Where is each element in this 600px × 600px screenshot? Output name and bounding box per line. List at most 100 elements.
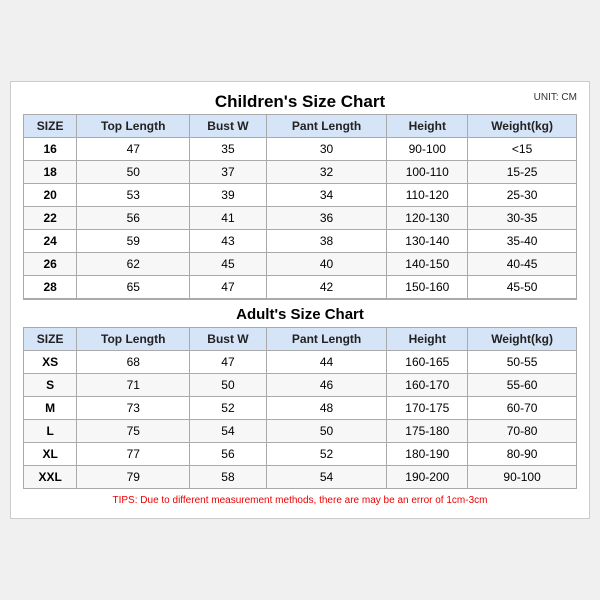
table-cell: 50 [266,420,387,443]
table-cell: 180-190 [387,443,468,466]
children-table-body: 1647353090-100<1518503732100-11015-25205… [24,138,577,300]
table-cell: 55-60 [468,374,577,397]
table-cell: <15 [468,138,577,161]
table-cell: 60-70 [468,397,577,420]
adult-header-row: SIZETop LengthBust WPant LengthHeightWei… [24,328,577,351]
adult-header-cell: Pant Length [266,328,387,351]
table-cell: 48 [266,397,387,420]
table-cell: 58 [190,466,266,489]
table-cell: 100-110 [387,161,468,184]
adult-header-cell: SIZE [24,328,77,351]
table-cell: 52 [266,443,387,466]
table-cell: 175-180 [387,420,468,443]
children-title-text: Children's Size Chart [215,92,385,111]
table-cell: 34 [266,184,387,207]
children-header-row: SIZETop LengthBust WPant LengthHeightWei… [24,115,577,138]
table-cell: L [24,420,77,443]
table-cell: 26 [24,253,77,276]
table-cell: 40 [266,253,387,276]
table-cell: 40-45 [468,253,577,276]
chart-container: Children's Size Chart UNIT: CM SIZETop L… [10,81,590,519]
table-row: M735248170-17560-70 [24,397,577,420]
table-cell: 59 [77,230,190,253]
table-cell: 50 [190,374,266,397]
children-header-cell: SIZE [24,115,77,138]
table-cell: 30-35 [468,207,577,230]
table-row: 1647353090-100<15 [24,138,577,161]
table-cell: 110-120 [387,184,468,207]
table-cell: 36 [266,207,387,230]
children-table-header: SIZETop LengthBust WPant LengthHeightWei… [24,115,577,138]
children-header-cell: Weight(kg) [468,115,577,138]
table-cell: 18 [24,161,77,184]
children-header-cell: Pant Length [266,115,387,138]
adult-title-text: Adult's Size Chart [24,299,577,328]
table-cell: 77 [77,443,190,466]
table-cell: 50-55 [468,351,577,374]
chart-title: Children's Size Chart UNIT: CM [23,92,577,112]
table-cell: 42 [266,276,387,300]
table-cell: 70-80 [468,420,577,443]
table-cell: 22 [24,207,77,230]
table-cell: 38 [266,230,387,253]
table-cell: 45 [190,253,266,276]
table-cell: 41 [190,207,266,230]
table-cell: S [24,374,77,397]
table-row: 28654742150-16045-50 [24,276,577,300]
table-row: S715046160-17055-60 [24,374,577,397]
table-cell: 47 [190,351,266,374]
adult-table-body: XS684744160-16550-55S715046160-17055-60M… [24,351,577,489]
table-cell: 71 [77,374,190,397]
table-cell: 32 [266,161,387,184]
table-row: L755450175-18070-80 [24,420,577,443]
table-cell: 80-90 [468,443,577,466]
table-row: XL775652180-19080-90 [24,443,577,466]
table-cell: 46 [266,374,387,397]
table-cell: 190-200 [387,466,468,489]
table-cell: M [24,397,77,420]
table-cell: 130-140 [387,230,468,253]
table-cell: 15-25 [468,161,577,184]
adult-table-header: SIZETop LengthBust WPant LengthHeightWei… [24,328,577,351]
table-cell: 150-160 [387,276,468,300]
adult-header-cell: Top Length [77,328,190,351]
adult-section-title-row: Adult's Size Chart [24,299,577,328]
table-cell: 140-150 [387,253,468,276]
adult-header-cell: Bust W [190,328,266,351]
table-cell: 24 [24,230,77,253]
tips-text: TIPS: Due to different measurement metho… [23,495,577,506]
table-cell: 16 [24,138,77,161]
table-cell: 62 [77,253,190,276]
table-cell: 45-50 [468,276,577,300]
table-cell: 20 [24,184,77,207]
table-cell: 90-100 [387,138,468,161]
table-row: XXL795854190-20090-100 [24,466,577,489]
table-cell: 44 [266,351,387,374]
table-cell: 47 [77,138,190,161]
table-cell: 35 [190,138,266,161]
table-cell: 56 [190,443,266,466]
table-cell: 160-165 [387,351,468,374]
table-cell: 75 [77,420,190,443]
table-row: 22564136120-13030-35 [24,207,577,230]
table-cell: 54 [266,466,387,489]
table-cell: 56 [77,207,190,230]
table-cell: 120-130 [387,207,468,230]
table-cell: XS [24,351,77,374]
children-header-cell: Height [387,115,468,138]
table-cell: 68 [77,351,190,374]
table-cell: 30 [266,138,387,161]
table-cell: XXL [24,466,77,489]
table-cell: 65 [77,276,190,300]
table-cell: 52 [190,397,266,420]
adult-header-cell: Height [387,328,468,351]
table-cell: 39 [190,184,266,207]
table-cell: 50 [77,161,190,184]
table-row: 26624540140-15040-45 [24,253,577,276]
table-cell: 90-100 [468,466,577,489]
table-cell: 73 [77,397,190,420]
table-cell: 53 [77,184,190,207]
table-row: 20533934110-12025-30 [24,184,577,207]
table-cell: 54 [190,420,266,443]
table-cell: 170-175 [387,397,468,420]
